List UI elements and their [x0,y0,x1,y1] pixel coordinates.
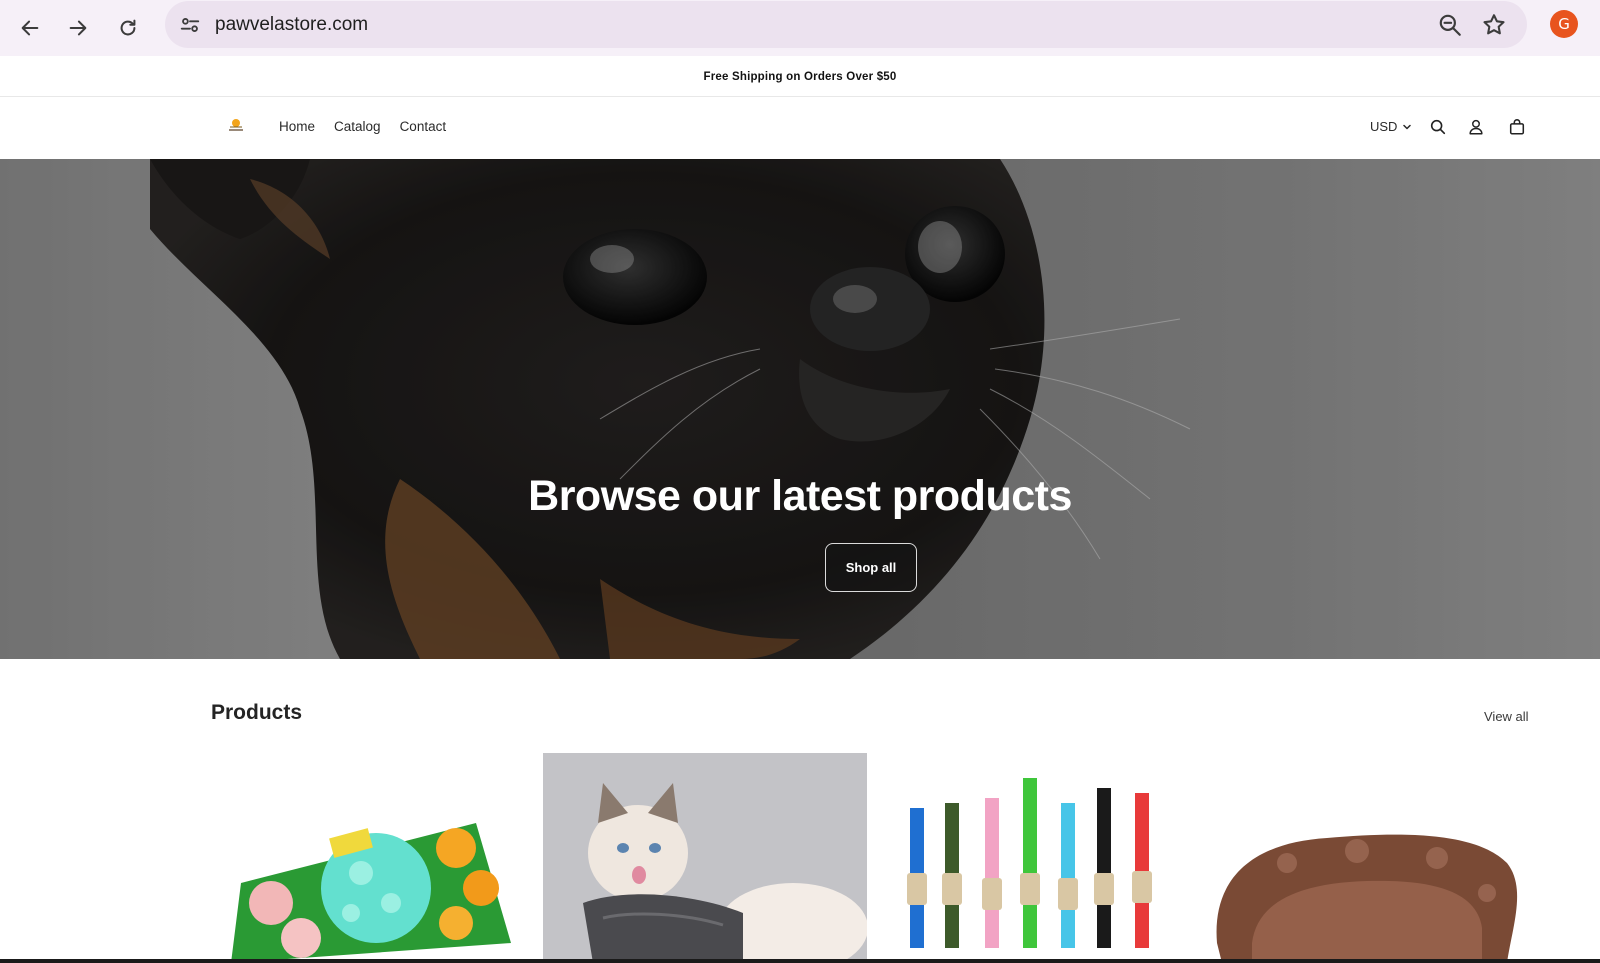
product-image-snuffle-mat [211,753,535,963]
product-card-plush-bed[interactable] [1207,753,1531,963]
hero-title: Browse our latest products [528,472,1072,520]
forward-icon [69,20,87,36]
hero-banner: Browse our latest products Shop all [0,159,1600,659]
url-text[interactable]: pawvelastore.com [215,14,368,36]
main-navigation: Home Catalog Contact [279,119,446,134]
bottom-edge [0,959,1600,963]
view-all-link[interactable]: View all [1484,709,1529,724]
back-icon [21,20,39,36]
announcement-bar: Free Shipping on Orders Over $50 [0,57,1600,97]
product-card-cat-vest[interactable] [543,753,867,963]
product-card-snuffle-mat[interactable] [211,753,535,963]
site-header: Home Catalog Contact USD [0,97,1600,159]
products-heading: Products [211,701,303,724]
currency-selector[interactable]: USD [1370,119,1412,134]
search-icon[interactable] [1429,118,1447,136]
product-image-cat-vest [543,753,867,963]
nav-catalog[interactable]: Catalog [334,119,381,134]
bookmark-star-icon[interactable] [1481,12,1507,38]
address-bar[interactable]: pawvelastore.com [165,1,1527,48]
back-button[interactable] [10,8,50,48]
reload-icon [120,19,136,36]
chevron-down-icon [1403,124,1412,129]
nav-home[interactable]: Home [279,119,315,134]
store-logo[interactable] [226,117,246,135]
nav-contact[interactable]: Contact [400,119,447,134]
profile-avatar[interactable]: G [1550,10,1578,38]
cart-icon[interactable] [1508,118,1526,136]
forward-button[interactable] [58,8,98,48]
announcement-text: Free Shipping on Orders Over $50 [703,70,897,83]
account-icon[interactable] [1467,118,1485,136]
product-card-seat-belt-leashes[interactable] [875,753,1199,963]
zoom-icon[interactable] [1437,12,1463,38]
currency-label: USD [1370,119,1398,134]
hero-overlay [0,159,1600,659]
shop-all-button[interactable]: Shop all [825,543,917,592]
product-image-seat-belt-leashes [875,753,1199,963]
browser-toolbar: pawvelastore.com G [0,0,1600,56]
reload-button[interactable] [108,8,148,48]
site-settings-icon[interactable] [177,12,203,38]
product-image-plush-bed [1207,753,1531,963]
